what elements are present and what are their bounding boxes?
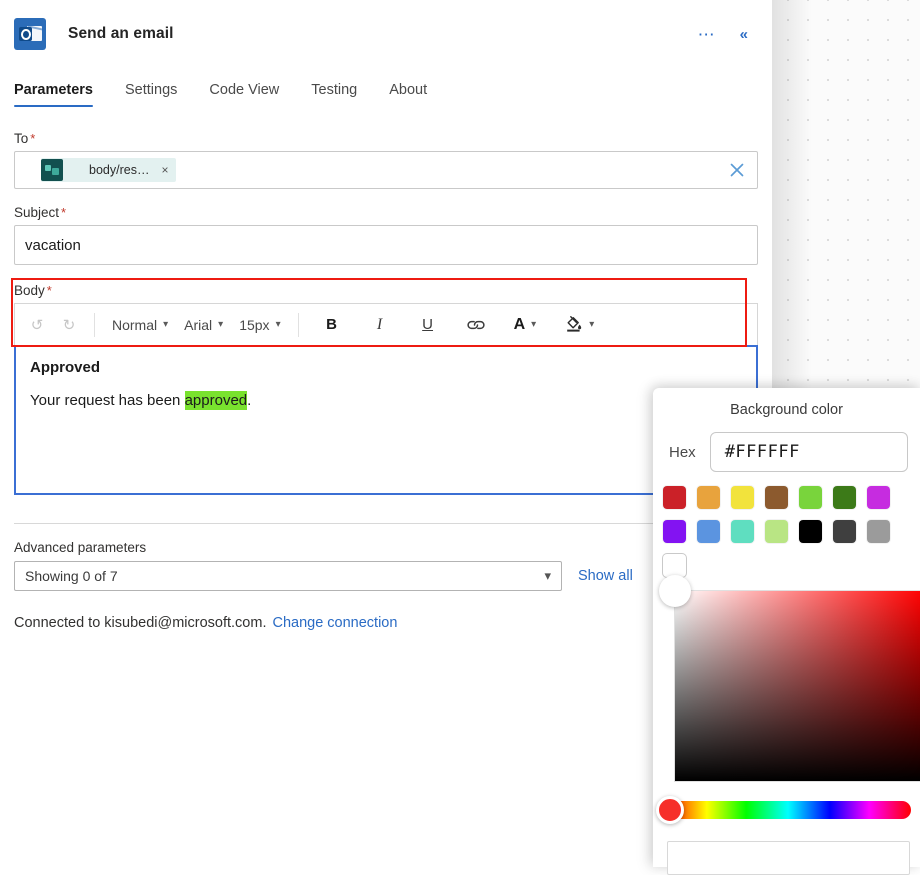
saturation-value-picker[interactable] <box>675 591 920 781</box>
swatch-pale-green[interactable] <box>765 520 788 543</box>
body-text-after: . <box>247 392 251 409</box>
italic-button[interactable]: I <box>364 309 396 341</box>
link-icon[interactable] <box>460 309 492 341</box>
swatch-dark-green[interactable] <box>833 486 856 509</box>
section-divider <box>14 523 758 524</box>
background-color-button[interactable]: ▾ <box>556 309 602 341</box>
connection-text: Connected to kisubedi@microsoft.com. <box>14 615 266 631</box>
paragraph-style-dropdown[interactable]: Normal ▾ <box>104 309 176 341</box>
hue-thumb[interactable] <box>656 796 684 824</box>
chevron-down-icon: ▾ <box>589 319 594 330</box>
to-input[interactable]: body/res… × <box>14 151 758 189</box>
body-label-text: Body <box>14 283 45 298</box>
token-label: body/res… <box>67 163 155 177</box>
subject-input[interactable]: vacation <box>14 225 758 265</box>
body-field-label: Body* <box>14 283 758 298</box>
subject-label-text: Subject <box>14 205 59 220</box>
token-remove-icon[interactable]: × <box>159 163 170 177</box>
bold-button[interactable]: B <box>316 309 348 341</box>
to-field-label: To* <box>14 131 758 146</box>
chevron-down-icon: ▾ <box>544 568 551 584</box>
more-options-button[interactable]: ⋯ <box>690 24 724 45</box>
tab-about[interactable]: About <box>389 82 427 107</box>
body-required-marker: * <box>47 283 52 298</box>
chevron-down-icon: ▾ <box>218 319 223 330</box>
tab-code-view[interactable]: Code View <box>209 82 279 107</box>
dynamic-content-icon <box>41 159 63 181</box>
tab-parameters[interactable]: Parameters <box>14 82 93 107</box>
hex-row: Hex #FFFFFF <box>653 418 920 472</box>
swatch-orange[interactable] <box>697 486 720 509</box>
color-popover-bottom-input[interactable] <box>667 841 910 875</box>
swatch-brown[interactable] <box>765 486 788 509</box>
body-text-before: Your request has been <box>30 392 185 409</box>
color-popover-title: Background color <box>653 388 920 418</box>
advanced-parameters-label: Advanced parameters <box>14 540 758 555</box>
hex-label: Hex <box>669 444 696 461</box>
swatch-teal[interactable] <box>731 520 754 543</box>
redo-icon[interactable]: ↻ <box>53 309 85 341</box>
font-size-value: 15px <box>239 317 269 333</box>
chevron-down-icon: ▾ <box>163 319 168 330</box>
swatch-light-green[interactable] <box>799 486 822 509</box>
panel-header: Send an email ⋯ « <box>0 0 772 56</box>
collapse-panel-button[interactable]: « <box>734 24 758 45</box>
swatch-black[interactable] <box>799 520 822 543</box>
body-paragraph: Your request has been approved. <box>30 392 742 409</box>
page-title: Send an email <box>68 25 174 43</box>
hex-input[interactable]: #FFFFFF <box>710 432 908 472</box>
toolbar-divider-2 <box>298 313 299 337</box>
font-family-dropdown[interactable]: Arial ▾ <box>176 309 231 341</box>
body-rich-text-editor[interactable]: Approved Your request has been approved. <box>14 345 758 495</box>
hue-track <box>665 801 911 819</box>
font-color-button[interactable]: A ▾ <box>506 309 545 341</box>
subject-required-marker: * <box>61 205 66 220</box>
body-heading: Approved <box>30 359 742 376</box>
chevron-down-icon: ▾ <box>276 319 281 330</box>
font-family-value: Arial <box>184 317 212 333</box>
rich-text-toolbar: ↺ ↻ Normal ▾ Arial ▾ 15px ▾ B I U <box>14 303 758 345</box>
font-color-letter: A <box>514 316 526 334</box>
swatch-magenta[interactable] <box>867 486 890 509</box>
show-all-link[interactable]: Show all <box>578 568 633 584</box>
color-swatch-grid <box>653 472 903 577</box>
swatch-yellow[interactable] <box>731 486 754 509</box>
underline-button[interactable]: U <box>412 309 444 341</box>
to-label-text: To <box>14 131 28 146</box>
toolbar-divider-1 <box>94 313 95 337</box>
dynamic-content-token[interactable]: body/res… × <box>41 158 176 182</box>
chevron-down-icon: ▾ <box>531 319 536 330</box>
paragraph-style-value: Normal <box>112 317 157 333</box>
body-field-group: Body* ↺ ↻ Normal ▾ Arial ▾ 15px ▾ <box>14 283 758 495</box>
tab-settings[interactable]: Settings <box>125 82 177 107</box>
subject-value: vacation <box>25 237 81 254</box>
change-connection-link[interactable]: Change connection <box>272 615 397 631</box>
swatch-white[interactable] <box>663 554 686 577</box>
swatch-gray[interactable] <box>867 520 890 543</box>
clear-to-field-icon[interactable] <box>723 156 751 184</box>
to-required-marker: * <box>30 131 35 146</box>
saturation-value-area <box>657 591 916 781</box>
tab-bar: Parameters Settings Code View Testing Ab… <box>0 56 772 107</box>
font-size-dropdown[interactable]: 15px ▾ <box>231 309 288 341</box>
tab-testing[interactable]: Testing <box>311 82 357 107</box>
undo-icon[interactable]: ↺ <box>21 309 53 341</box>
background-color-popover: Background color Hex #FFFFFF <box>653 388 920 867</box>
swatch-blue[interactable] <box>697 520 720 543</box>
advanced-parameters-select[interactable]: Showing 0 of 7 ▾ <box>14 561 562 591</box>
saturation-value-thumb[interactable] <box>659 575 691 607</box>
body-text-highlighted: approved <box>185 391 248 410</box>
outlook-icon <box>14 18 46 50</box>
swatch-red[interactable] <box>663 486 686 509</box>
fill-bucket-icon <box>564 314 583 336</box>
swatch-purple[interactable] <box>663 520 686 543</box>
hue-slider[interactable] <box>665 801 911 819</box>
swatch-dark-gray[interactable] <box>833 520 856 543</box>
subject-field-label: Subject* <box>14 205 758 220</box>
advanced-parameters-value: Showing 0 of 7 <box>25 568 118 584</box>
